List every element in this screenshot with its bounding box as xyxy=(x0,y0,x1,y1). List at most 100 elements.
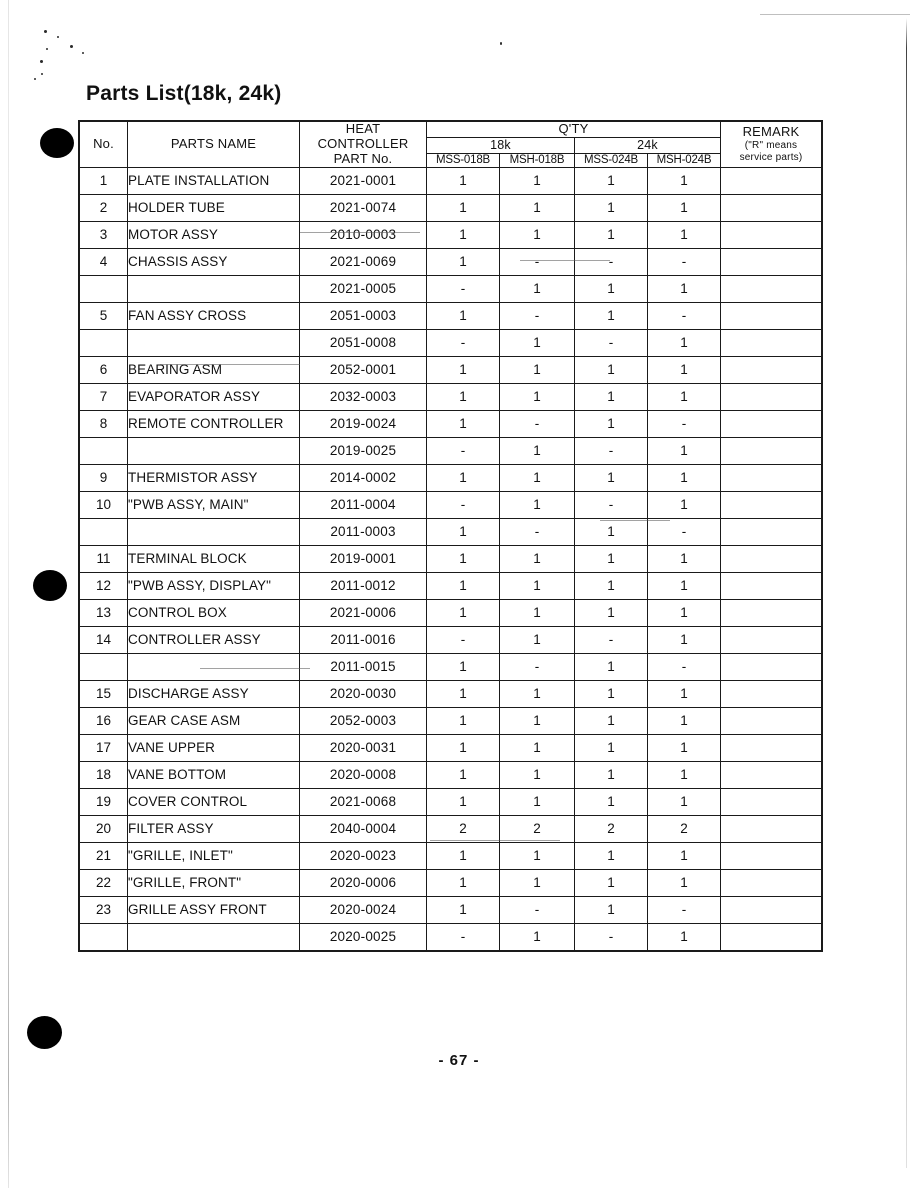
cell-qty-msh-024b: 1 xyxy=(646,706,722,735)
cell-remark xyxy=(720,247,823,276)
cell-no: 23 xyxy=(79,895,128,924)
cell-remark xyxy=(720,409,823,438)
cell-qty-msh-018b: - xyxy=(499,409,575,438)
cell-qty-msh-024b: - xyxy=(646,409,722,438)
cell-part-no: 2011-0004 xyxy=(299,490,427,519)
table-row: 16 GEAR CASE ASM 2052-0003 1 1 1 1 xyxy=(79,706,823,735)
cell-part-no: 2014-0002 xyxy=(299,463,427,492)
cell-part-no: 2040-0004 xyxy=(299,814,427,843)
scan-dust xyxy=(600,520,670,521)
table-row: 21 "GRILLE, INLET" 2020-0023 1 1 1 1 xyxy=(79,841,823,870)
scan-speck xyxy=(40,60,43,63)
cell-qty-msh-018b: 1 xyxy=(499,544,575,573)
cell-remark xyxy=(720,760,823,789)
cell-remark xyxy=(720,517,823,546)
remark-sub-line-1: ("R" means xyxy=(744,139,798,151)
cell-qty-msh-024b: 1 xyxy=(646,490,722,519)
cell-qty-msh-018b: 1 xyxy=(499,382,575,411)
cell-qty-msh-018b: 1 xyxy=(499,706,575,735)
column-header-no: No. xyxy=(79,121,128,168)
cell-qty-msh-024b: 1 xyxy=(646,544,722,573)
cell-remark xyxy=(720,436,823,465)
cell-no: 19 xyxy=(79,787,128,816)
cell-parts-name: "GRILLE, FRONT" xyxy=(127,868,300,897)
cell-qty-mss-018b: - xyxy=(426,274,500,303)
scan-speck xyxy=(82,52,84,54)
cell-no: 17 xyxy=(79,733,128,762)
cell-no: 5 xyxy=(79,301,128,330)
cell-parts-name xyxy=(127,274,300,303)
scan-speck xyxy=(70,45,73,48)
cell-remark xyxy=(720,463,823,492)
table-row: 2020-0025-1-1 xyxy=(79,922,823,951)
binding-hole-mark xyxy=(33,570,67,601)
column-header-capacity-24k: 24k xyxy=(573,137,722,154)
table-row: 18 VANE BOTTOM 2020-0008 1 1 1 1 xyxy=(79,760,823,789)
cell-remark xyxy=(720,922,823,951)
cell-qty-msh-018b: 1 xyxy=(499,733,575,762)
cell-qty-mss-018b: 1 xyxy=(426,733,500,762)
cell-qty-mss-024b: 1 xyxy=(574,301,648,330)
cell-part-no: 2010-0003 xyxy=(299,220,427,249)
cell-part-no: 2011-0012 xyxy=(299,571,427,600)
cell-parts-name xyxy=(127,652,300,681)
cell-qty-msh-024b: - xyxy=(646,247,722,276)
cell-qty-msh-024b: 1 xyxy=(646,436,722,465)
cell-qty-msh-024b: 1 xyxy=(646,328,722,357)
cell-qty-msh-024b: - xyxy=(646,517,722,546)
heat-controller-line-1: HEAT xyxy=(345,121,381,136)
cell-qty-msh-018b: 1 xyxy=(499,328,575,357)
header-row-1: No. PARTS NAME HEAT CONTROLLER PART No. … xyxy=(79,120,823,168)
cell-part-no: 2020-0008 xyxy=(299,760,427,789)
cell-part-no: 2032-0003 xyxy=(299,382,427,411)
cell-qty-msh-018b: - xyxy=(499,895,575,924)
cell-parts-name: REMOTE CONTROLLER xyxy=(127,409,300,438)
cell-qty-mss-018b: 2 xyxy=(426,814,500,843)
document-page: Parts List(18k, 24k) No. PARTS NAME HEAT… xyxy=(0,0,918,1188)
cell-qty-mss-018b: 1 xyxy=(426,355,500,384)
cell-qty-mss-024b: 1 xyxy=(574,220,648,249)
cell-qty-msh-024b: - xyxy=(646,895,722,924)
cell-qty-msh-024b: 2 xyxy=(646,814,722,843)
heat-controller-line-2: CONTROLLER xyxy=(317,135,409,151)
cell-remark xyxy=(720,598,823,627)
table-row: 17 VANE UPPER 2020-0031 1 1 1 1 xyxy=(79,733,823,762)
cell-remark xyxy=(720,841,823,870)
cell-remark xyxy=(720,382,823,411)
cell-no xyxy=(79,652,128,681)
cell-qty-msh-018b: - xyxy=(499,517,575,546)
cell-parts-name: MOTOR ASSY xyxy=(127,220,300,249)
column-header-parts-name: PARTS NAME xyxy=(127,121,300,168)
cell-qty-mss-018b: 1 xyxy=(426,652,500,681)
cell-qty-mss-024b: 1 xyxy=(574,409,648,438)
cell-no: 10 xyxy=(79,490,128,519)
cell-qty-msh-024b: 1 xyxy=(646,463,722,492)
cell-qty-mss-018b: 1 xyxy=(426,301,500,330)
table-row: 2 HOLDER TUBE 2021-0074 1 1 1 1 xyxy=(79,193,823,222)
page-edge-right xyxy=(906,18,907,1168)
table-body: 1 PLATE INSTALLATION 2021-0001 1 1 1 1 2 HOLDER … xyxy=(79,166,823,951)
column-header-heat-controller-part-no: HEAT CONTROLLER PART No. xyxy=(299,121,427,168)
remark-sub-line-2: service parts) xyxy=(739,151,803,163)
table-row: 2051-0008-1-1 xyxy=(79,328,823,357)
table-header: No. PARTS NAME HEAT CONTROLLER PART No. … xyxy=(79,120,823,168)
cell-parts-name: PLATE INSTALLATION xyxy=(127,166,300,195)
cell-qty-mss-018b: - xyxy=(426,328,500,357)
cell-part-no: 2020-0006 xyxy=(299,868,427,897)
scan-speck xyxy=(57,36,59,38)
table-row: 23 GRILLE ASSY FRONT 2020-0024 1-1- xyxy=(79,895,823,924)
scan-speck xyxy=(46,48,48,50)
cell-qty-mss-024b: 1 xyxy=(574,868,648,897)
cell-qty-mss-024b: 1 xyxy=(574,760,648,789)
scan-dust xyxy=(160,364,300,365)
table-row: 2011-0015 1-1- xyxy=(79,652,823,681)
scan-dust xyxy=(300,232,420,233)
cell-qty-msh-018b: 1 xyxy=(499,274,575,303)
cell-qty-mss-018b: 1 xyxy=(426,760,500,789)
cell-qty-msh-018b: 1 xyxy=(499,355,575,384)
cell-qty-msh-018b: 1 xyxy=(499,490,575,519)
cell-qty-mss-024b: 1 xyxy=(574,841,648,870)
cell-qty-msh-024b: 1 xyxy=(646,598,722,627)
cell-no: 4 xyxy=(79,247,128,276)
cell-part-no: 2011-0016 xyxy=(299,625,427,654)
